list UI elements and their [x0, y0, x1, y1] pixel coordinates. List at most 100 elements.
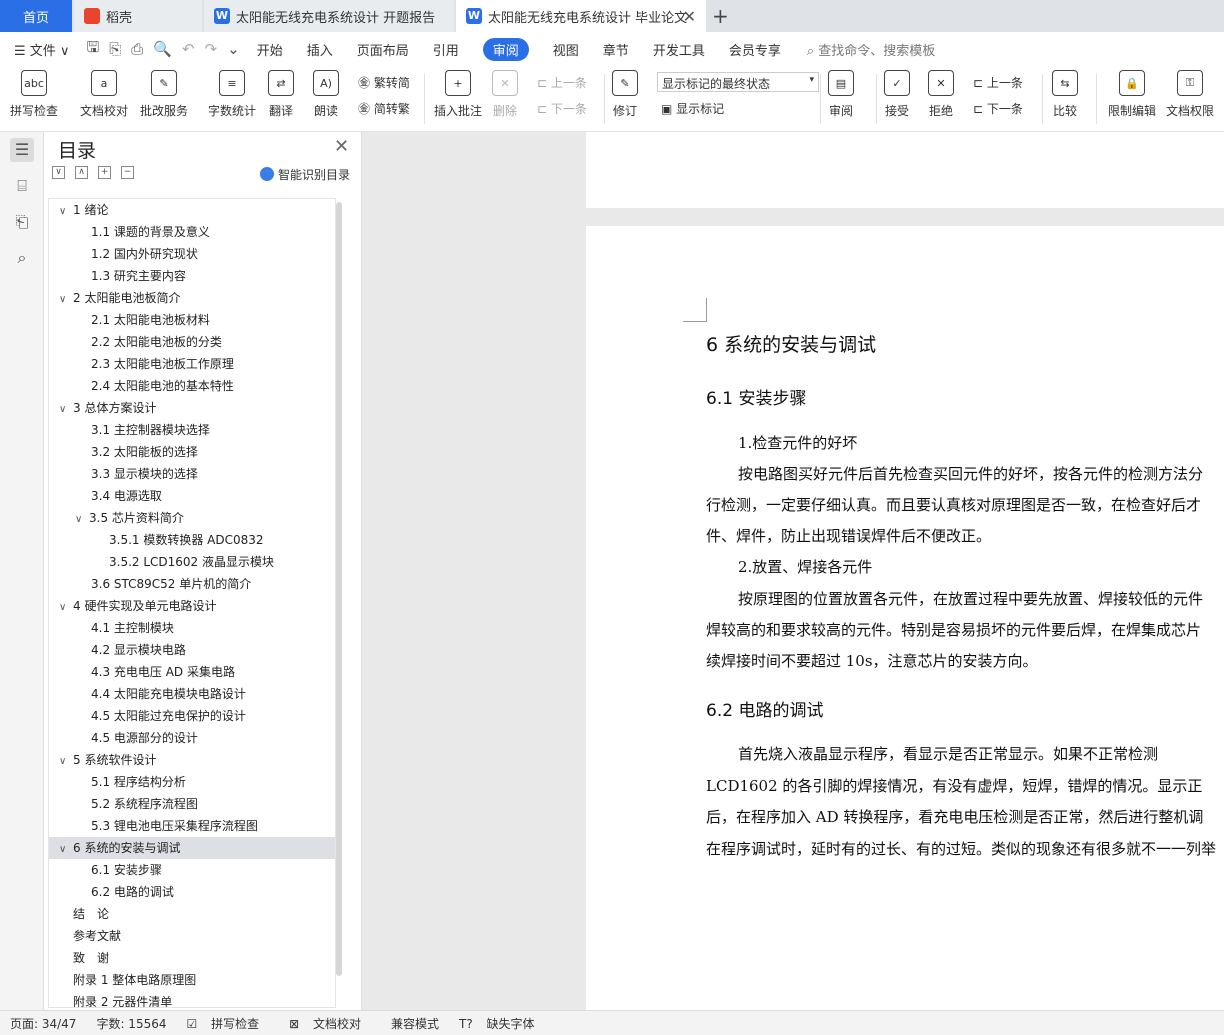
menu-section[interactable]: 章节: [603, 40, 629, 59]
toc-item[interactable]: ∨ 3.5 芯片资料简介: [49, 507, 335, 529]
save-icon[interactable]: 🖫: [86, 37, 99, 62]
menu-page-layout[interactable]: 页面布局: [357, 40, 409, 59]
search-icon[interactable]: ⌕: [10, 246, 34, 270]
accept-button[interactable]: ✓ 接受: [884, 70, 910, 119]
undo-icon[interactable]: ↶: [182, 40, 195, 58]
tab-daoke[interactable]: 稻壳: [74, 0, 202, 32]
command-search[interactable]: ⌕ 查找命令、搜索模板: [807, 40, 935, 59]
page-indicator[interactable]: 页面: 34/47: [10, 1015, 76, 1032]
menu-member[interactable]: 会员专享: [729, 40, 781, 59]
toc-item[interactable]: ∨ 3 总体方案设计: [49, 397, 335, 419]
toc-item[interactable]: 2.1 太阳能电池板材料: [49, 309, 335, 331]
tab-doc-proposal[interactable]: W 太阳能无线充电系统设计 开题报告: [204, 0, 454, 32]
close-icon[interactable]: ✕: [334, 136, 349, 157]
menu-references[interactable]: 引用: [433, 40, 459, 59]
toc-scrollbar[interactable]: [336, 202, 342, 976]
toc-item[interactable]: 2.4 太阳能电池的基本特性: [49, 375, 335, 397]
chevron-down-icon[interactable]: ∨: [59, 839, 73, 861]
status-spell-check[interactable]: ☑ 拼写检查: [187, 1015, 270, 1032]
add-heading-icon[interactable]: +: [98, 166, 111, 179]
restrict-edit-button[interactable]: 🔒 限制编辑: [1108, 70, 1156, 119]
collapse-all-icon[interactable]: ∨: [52, 166, 65, 179]
toc-item[interactable]: 3.2 太阳能板的选择: [49, 441, 335, 463]
toc-item[interactable]: 附录 1 整体电路原理图: [49, 969, 335, 991]
toc-item[interactable]: 附录 2 元器件清单: [49, 991, 335, 1007]
review-pane-button[interactable]: ▤ 审阅: [828, 70, 854, 119]
smart-toc-button[interactable]: 智能识别目录: [260, 166, 350, 183]
toc-item[interactable]: 2.2 太阳能电池板的分类: [49, 331, 335, 353]
status-doc-proof[interactable]: ⊠ 文档校对: [289, 1015, 371, 1032]
new-tab-button[interactable]: +: [712, 4, 729, 28]
toc-item[interactable]: ∨ 6 系统的安装与调试: [49, 837, 335, 859]
markup-state-select[interactable]: 显示标记的最终状态 ▾: [657, 72, 819, 92]
missing-font-button[interactable]: T? 缺失字体: [459, 1015, 545, 1032]
prev-change-button[interactable]: ⊏ 上一条: [973, 74, 1023, 91]
file-menu[interactable]: ☰ 文件 ∨: [14, 40, 69, 59]
next-change-button[interactable]: ⊏ 下一条: [973, 100, 1023, 117]
doc-proof-button[interactable]: a 文档校对: [80, 70, 128, 119]
menu-review[interactable]: 审阅: [482, 37, 529, 61]
toc-item[interactable]: 3.6 STC89C52 单片机的简介: [49, 573, 335, 595]
current-page[interactable]: [586, 226, 1224, 1010]
toc-item[interactable]: ∨ 2 太阳能电池板简介: [49, 287, 335, 309]
toc-item[interactable]: 3.4 电源选取: [49, 485, 335, 507]
tab-doc-thesis[interactable]: W 太阳能无线充电系统设计 毕业论文 ✕: [456, 0, 706, 32]
print-icon[interactable]: ⎙: [131, 40, 143, 58]
chevron-down-icon[interactable]: ∨: [59, 399, 73, 421]
toc-item[interactable]: 4.5 电源部分的设计: [49, 727, 335, 749]
menu-insert[interactable]: 插入: [307, 40, 333, 59]
remove-heading-icon[interactable]: −: [121, 166, 134, 179]
chevron-down-icon[interactable]: ∨: [59, 597, 73, 619]
toc-item[interactable]: 4.4 太阳能充电模块电路设计: [49, 683, 335, 705]
chevron-down-icon[interactable]: ∨: [59, 289, 73, 311]
preview-icon[interactable]: 🔍: [153, 40, 172, 58]
toc-nav-icon[interactable]: ☰: [10, 138, 34, 162]
expand-all-icon[interactable]: ∧: [75, 166, 88, 179]
track-changes-button[interactable]: ✎ 修订: [612, 70, 638, 119]
reject-button[interactable]: ✕ 拒绝: [928, 70, 954, 119]
more-icon[interactable]: ⌄: [227, 40, 240, 58]
toc-item[interactable]: ∨ 5 系统软件设计: [49, 749, 335, 771]
toc-item[interactable]: 6.2 电路的调试: [49, 881, 335, 903]
menu-developer[interactable]: 开发工具: [653, 40, 705, 59]
insert-comment-button[interactable]: + 插入批注: [434, 70, 482, 119]
toc-item[interactable]: 2.3 太阳能电池板工作原理: [49, 353, 335, 375]
review-service-button[interactable]: ✎ 批改服务: [140, 70, 188, 119]
redo-icon[interactable]: ↷: [205, 40, 218, 58]
toc-item[interactable]: 3.5.1 模数转换器 ADC0832: [49, 529, 335, 551]
toc-item[interactable]: 6.1 安装步骤: [49, 859, 335, 881]
chevron-down-icon[interactable]: ∨: [75, 509, 89, 531]
toc-item[interactable]: 4.1 主控制模块: [49, 617, 335, 639]
doc-rights-button[interactable]: ⚿ 文档权限: [1166, 70, 1214, 119]
toc-item[interactable]: 5.3 锂电池电压采集程序流程图: [49, 815, 335, 837]
toc-item[interactable]: 致 谢: [49, 947, 335, 969]
toc-item[interactable]: 5.1 程序结构分析: [49, 771, 335, 793]
show-markup-button[interactable]: ▣ 显示标记: [661, 100, 724, 117]
toc-item[interactable]: 5.2 系统程序流程图: [49, 793, 335, 815]
close-tab-icon[interactable]: ✕: [683, 7, 696, 26]
menu-view[interactable]: 视图: [553, 40, 579, 59]
chevron-down-icon[interactable]: ∨: [59, 201, 73, 223]
toc-item[interactable]: 4.3 充电电压 AD 采集电路: [49, 661, 335, 683]
delete-comment-button[interactable]: ✕ 删除: [492, 70, 518, 119]
toc-item[interactable]: 3.3 显示模块的选择: [49, 463, 335, 485]
menu-start[interactable]: 开始: [257, 40, 283, 59]
toc-item[interactable]: 参考文献: [49, 925, 335, 947]
toc-item[interactable]: 1.1 课题的背景及意义: [49, 221, 335, 243]
spell-check-button[interactable]: abc 拼写检查: [10, 70, 58, 119]
toc-item[interactable]: 结 论: [49, 903, 335, 925]
toc-item[interactable]: ∨ 1 绪论: [49, 199, 335, 221]
toc-item[interactable]: 4.2 显示模块电路: [49, 639, 335, 661]
toc-item[interactable]: 4.5 太阳能过充电保护的设计: [49, 705, 335, 727]
bookmark-icon[interactable]: ⎗: [10, 210, 34, 234]
word-count-button[interactable]: ≡ 字数统计: [208, 70, 256, 119]
toc-item[interactable]: 3.5.2 LCD1602 液晶显示模块: [49, 551, 335, 573]
word-count-indicator[interactable]: 字数: 15564: [96, 1015, 166, 1032]
section-nav-icon[interactable]: ⌸: [10, 174, 34, 198]
toc-item[interactable]: ∨ 4 硬件实现及单元电路设计: [49, 595, 335, 617]
to-traditional-button[interactable]: ㊎ 繁转简: [358, 74, 410, 91]
compare-button[interactable]: ⇆ 比较: [1052, 70, 1078, 119]
to-simplified-button[interactable]: ㊎ 简转繁: [358, 100, 410, 117]
toc-item[interactable]: 1.2 国内外研究现状: [49, 243, 335, 265]
chevron-down-icon[interactable]: ∨: [59, 751, 73, 773]
